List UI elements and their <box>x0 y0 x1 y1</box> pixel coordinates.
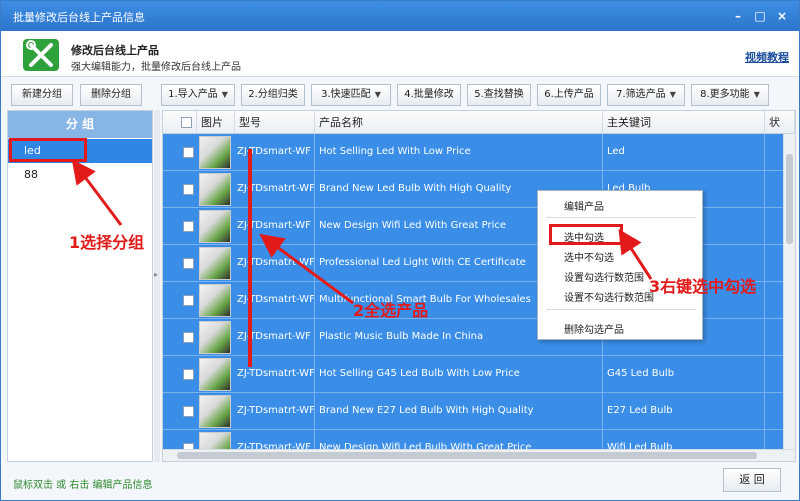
back-button[interactable]: 返 回 <box>723 468 781 492</box>
main-window: 批量修改后台线上产品信息 – □ × 修改后台线上产品 强大编辑能力，批量修改后… <box>0 0 800 501</box>
annotation-arrows <box>71 149 653 367</box>
footer-hint: 鼠标双击 或 右击 编辑产品信息 <box>13 480 153 491</box>
